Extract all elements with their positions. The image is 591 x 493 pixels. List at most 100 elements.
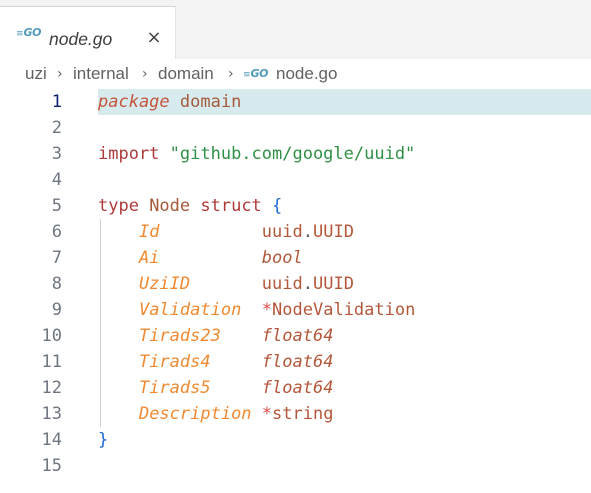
code-text[interactable] <box>98 453 591 479</box>
code-token: Tirads23 <box>138 326 221 346</box>
code-text[interactable]: package domain <box>98 89 591 115</box>
code-token: Description <box>138 404 252 424</box>
code-text[interactable]: Description *string <box>98 401 591 427</box>
line-number: 12 <box>41 378 62 398</box>
code-token: struct <box>200 196 262 216</box>
code-line[interactable]: 5 type Node struct { <box>0 193 591 219</box>
code-line[interactable]: 4 <box>0 167 591 193</box>
code-token: . <box>302 274 313 294</box>
go-file-icon: ≡GO <box>16 26 41 39</box>
code-text[interactable]: Tirads5 float64 <box>98 375 591 401</box>
code-line[interactable]: 3 import "github.com/google/uuid" <box>0 141 591 167</box>
code-text[interactable]: Ai bool <box>98 245 591 271</box>
code-text[interactable]: Id uuid.UUID <box>98 219 591 245</box>
code-token: . <box>302 222 313 242</box>
code-text[interactable]: Validation *NodeValidation <box>98 297 591 323</box>
chevron-right-icon: › <box>228 66 234 82</box>
code-token: package <box>98 92 170 112</box>
breadcrumb-item-node-go[interactable]: node.go <box>276 59 337 89</box>
code-line[interactable]: 11 Tirads4 float64 <box>0 349 591 375</box>
code-token: string <box>272 404 334 424</box>
code-token: domain <box>169 92 242 112</box>
code-token: bool <box>261 248 303 268</box>
line-number: 9 <box>51 300 62 320</box>
code-line[interactable]: 10 Tirads23 float64 <box>0 323 591 349</box>
code-token: float64 <box>261 352 334 372</box>
code-token: * <box>261 404 273 424</box>
code-token: } <box>98 430 109 450</box>
code-text[interactable] <box>98 167 591 193</box>
code-token: float64 <box>261 378 334 398</box>
code-token: Id <box>138 222 160 242</box>
code-line[interactable]: 13 Description *string <box>0 401 591 427</box>
code-line[interactable]: 9 Validation *NodeValidation <box>0 297 591 323</box>
breadcrumb-item-domain[interactable]: domain <box>158 59 214 89</box>
chevron-right-icon: › <box>142 66 148 82</box>
tab-label: node.go <box>49 29 113 49</box>
line-number: 11 <box>41 352 62 372</box>
line-number: 7 <box>51 248 62 268</box>
code-token: Validation <box>138 300 242 320</box>
code-text[interactable]: Tirads4 float64 <box>98 349 591 375</box>
chevron-right-icon: › <box>57 66 63 82</box>
line-number: 13 <box>41 404 62 424</box>
close-icon[interactable]: × <box>143 26 165 50</box>
code-line[interactable]: 8 UziID uuid.UUID <box>0 271 591 297</box>
code-line[interactable]: 2 <box>0 115 591 141</box>
breadcrumb-item-uzi[interactable]: uzi <box>25 59 47 89</box>
code-text[interactable]: import "github.com/google/uuid" <box>98 141 591 167</box>
tab-node-go[interactable]: ≡GO node.go × <box>0 6 176 59</box>
code-token: "github.com/google/uuid" <box>159 144 416 164</box>
line-number: 10 <box>41 326 62 346</box>
code-token: UUID <box>313 222 354 242</box>
breadcrumb-item-internal[interactable]: internal <box>73 59 129 89</box>
line-number: 3 <box>51 144 62 164</box>
code-line[interactable]: 14} <box>0 427 591 453</box>
code-token: Node <box>138 196 201 216</box>
code-token: float64 <box>261 326 334 346</box>
code-token: Tirads5 <box>138 378 211 398</box>
code-line[interactable]: 1 package domain <box>0 89 591 115</box>
code-text[interactable] <box>98 115 591 141</box>
code-line[interactable]: 7 Ai bool <box>0 245 591 271</box>
code-token: import <box>98 144 160 164</box>
go-file-icon: ≡GO <box>243 67 268 81</box>
code-line[interactable]: 12 Tirads5 float64 <box>0 375 591 401</box>
line-number: 6 <box>51 222 62 242</box>
line-number: 2 <box>51 118 62 138</box>
code-token: type <box>98 196 139 216</box>
line-number: 5 <box>51 196 62 216</box>
code-text[interactable]: Tirads23 float64 <box>98 323 591 349</box>
line-number: 14 <box>41 430 62 450</box>
code-text[interactable]: } <box>98 427 591 453</box>
breadcrumb: uzi › internal › domain › ≡GO node.go <box>0 59 591 89</box>
line-number: 4 <box>51 170 62 190</box>
code-text[interactable]: type Node struct { <box>98 193 591 219</box>
code-token: uuid <box>261 274 303 294</box>
code-token: { <box>261 196 283 216</box>
code-line[interactable]: 6 Id uuid.UUID <box>0 219 591 245</box>
code-editor[interactable]: 1 package domain 2 3 import "github.com/goog… <box>0 89 591 493</box>
code-token: Tirads4 <box>138 352 211 372</box>
code-line[interactable]: 15 <box>0 453 591 479</box>
indent-guide <box>100 219 101 427</box>
code-text[interactable]: UziID uuid.UUID <box>98 271 591 297</box>
code-token: UUID <box>313 274 354 294</box>
line-number: 8 <box>51 274 62 294</box>
code-token: * <box>261 300 273 320</box>
